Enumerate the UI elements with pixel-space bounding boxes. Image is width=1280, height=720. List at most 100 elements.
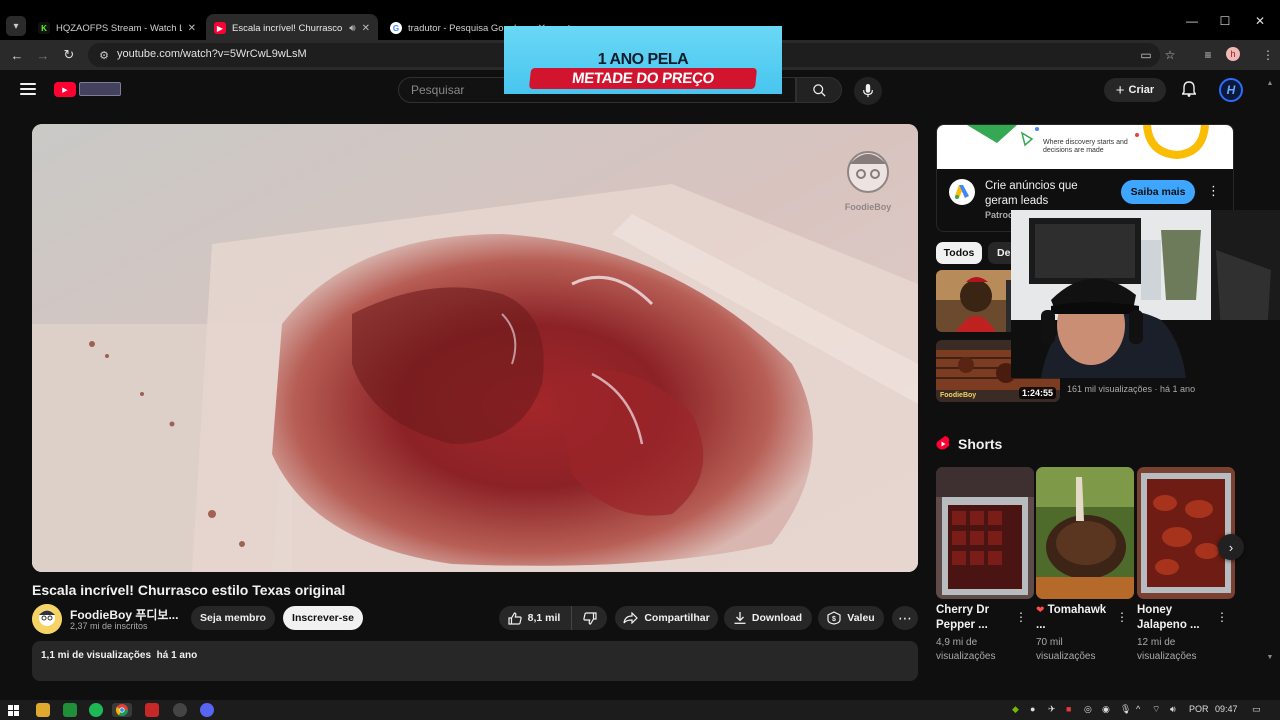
short-title[interactable]: ❤ Tomahawk ... — [1036, 603, 1116, 633]
menu-icon[interactable] — [20, 83, 36, 95]
scroll-down-icon[interactable]: ▼ — [1266, 654, 1274, 662]
google-icon: G — [390, 22, 402, 34]
share-button[interactable]: Compartilhar — [615, 606, 718, 630]
join-button[interactable]: Seja membro — [191, 606, 275, 630]
svg-text:$: $ — [832, 616, 836, 623]
video-frame — [32, 124, 918, 572]
search-button[interactable] — [796, 77, 842, 103]
chrome-icon[interactable] — [112, 703, 132, 717]
maximize-icon[interactable]: ☐ — [1205, 14, 1245, 28]
video-player[interactable]: FoodieBoy — [32, 124, 918, 572]
vpn-tray-icon[interactable]: ✈ — [1048, 704, 1056, 715]
like-button[interactable]: 8,1 mil — [499, 606, 569, 630]
browser-profile-avatar[interactable]: h — [1226, 47, 1240, 61]
site-info-icon[interactable]: ⚙ — [96, 47, 112, 63]
description-box[interactable]: 1,1 mi de visualizações há 1 ano — [32, 641, 918, 681]
like-count: 8,1 mil — [527, 612, 561, 624]
back-icon[interactable]: ← — [8, 46, 26, 64]
wifi-icon[interactable]: ⌔ — [1152, 704, 1160, 715]
nvidia-tray-icon[interactable]: ◆ — [1012, 704, 1019, 715]
youtube-page: ▶ + Criar H — [0, 70, 1280, 700]
dislike-button[interactable] — [571, 606, 607, 630]
hidden-icons-chevron[interactable]: ^ — [1136, 704, 1140, 714]
create-label: Criar — [1128, 84, 1155, 96]
url-text[interactable]: youtube.com/watch?v=5WrCwL9wLsM — [117, 48, 307, 60]
close-icon[interactable]: ✕ — [362, 23, 370, 34]
cast-icon[interactable]: ▭ — [1138, 47, 1154, 63]
clock[interactable]: 09:47 — [1215, 704, 1238, 714]
subscriber-count: 2,37 mi de inscritos — [70, 621, 148, 631]
bookmark-star-icon[interactable]: ☆ — [1162, 47, 1178, 63]
short-more-icon[interactable]: ⋮ — [1216, 610, 1228, 624]
window-close-icon[interactable]: ✕ — [1240, 14, 1280, 28]
tab-current-video[interactable]: ▶ Escala incrível! Churrasco e 🔊︎ ✕ — [206, 14, 378, 42]
browser-menu-icon[interactable]: ⋮ — [1260, 47, 1276, 63]
subscribe-button[interactable]: Inscrever-se — [283, 606, 363, 630]
tab-search-button[interactable]: ▾ — [6, 16, 26, 36]
speaker-icon[interactable]: 🔊︎ — [349, 23, 355, 34]
ad-learn-more-button[interactable]: Saiba mais — [1121, 180, 1195, 204]
xbox-icon[interactable] — [63, 703, 77, 717]
short-views: 4,9 mi de visualizações — [936, 637, 996, 662]
file-explorer-icon[interactable] — [36, 703, 50, 717]
shorts-next-button[interactable]: › — [1218, 534, 1244, 560]
ad-more-icon[interactable]: ⋮ — [1207, 183, 1220, 199]
short-thumbnail[interactable] — [936, 467, 1034, 599]
ad-title: Crie anúncios que geram leads — [985, 180, 1078, 207]
voice-search-button[interactable] — [854, 77, 882, 105]
download-button[interactable]: Download — [724, 606, 812, 630]
shorts-badge-icon: ❤ — [1036, 605, 1045, 616]
short-views: 12 mi de visualizações — [1137, 637, 1197, 662]
steam-tray-icon[interactable]: ◉ — [1102, 704, 1110, 715]
create-button[interactable]: + Criar — [1104, 78, 1166, 102]
chip-all[interactable]: Todos — [936, 242, 982, 264]
youtube-doodle-logo[interactable] — [79, 82, 121, 96]
promo-line-1: 1 ANO PELA — [597, 51, 689, 68]
reload-icon[interactable]: ↻ — [60, 46, 78, 64]
input-language[interactable]: POR — [1189, 704, 1209, 714]
notifications-button[interactable] — [1180, 80, 1198, 98]
news-app-icon[interactable] — [145, 703, 159, 717]
page-scrollbar[interactable]: ▲ ▼ — [1266, 80, 1274, 690]
scroll-up-icon[interactable]: ▲ — [1266, 80, 1274, 88]
google-ads-logo — [949, 179, 975, 205]
reading-list-icon[interactable]: ≡ — [1200, 47, 1216, 63]
channel-avatar[interactable] — [32, 604, 62, 634]
promo-line-2: METADE DO PREÇO — [528, 68, 758, 89]
more-actions-button[interactable]: ⋯ — [892, 606, 918, 630]
spotify-icon[interactable] — [89, 703, 103, 717]
account-avatar[interactable]: H — [1219, 78, 1243, 102]
ad-sponsored-label: Patroc — [985, 210, 1014, 220]
thumbs-up-icon — [508, 611, 522, 625]
short-more-icon[interactable]: ⋮ — [1116, 610, 1128, 624]
foodieboy-watermark: FoodieBoy — [838, 144, 898, 214]
app-tray-icon[interactable]: ■ — [1066, 704, 1071, 714]
video-duration: 1:24:55 — [1018, 387, 1056, 399]
share-arrow-icon — [623, 612, 639, 624]
short-views: 70 mil visualizações — [1036, 637, 1096, 662]
volume-icon[interactable]: 🔊︎ — [1170, 704, 1176, 715]
network-tray-icon[interactable]: ◎ — [1084, 704, 1092, 715]
short-thumbnail[interactable] — [1036, 467, 1134, 599]
short-more-icon[interactable]: ⋮ — [1015, 610, 1027, 624]
mic-tray-icon[interactable]: 🎙︎ — [1120, 704, 1131, 715]
os-taskbar: ◆ ● ✈ ■ ◎ ◉ 🎙︎ ^ ⌔ 🔊︎ POR 09:47 ▭ — [0, 700, 1280, 720]
forward-icon[interactable]: → — [34, 46, 52, 64]
shorts-heading: Shorts — [958, 436, 1003, 452]
subscribe-label: Inscrever-se — [292, 612, 354, 624]
tab-title: HQZAOFPS Stream - Watch Live — [56, 22, 182, 34]
obs-icon[interactable] — [173, 703, 187, 717]
thanks-button[interactable]: $ Valeu — [818, 606, 884, 630]
plus-icon: + — [1115, 81, 1125, 99]
notification-center-icon[interactable]: ▭ — [1252, 704, 1261, 715]
discord-tray-icon[interactable]: ● — [1030, 704, 1035, 714]
short-title[interactable]: Cherry Dr Pepper ... — [936, 603, 1016, 633]
streamer-webcam-overlay — [1011, 210, 1280, 378]
short-thumbnail[interactable] — [1137, 467, 1235, 599]
discord-icon[interactable] — [200, 703, 214, 717]
short-title[interactable]: Honey Jalapeno ... — [1137, 603, 1217, 633]
close-icon[interactable]: ✕ — [188, 23, 196, 34]
windows-start-icon[interactable] — [6, 703, 20, 717]
youtube-logo[interactable]: ▶ — [54, 82, 76, 97]
tab-hqzaofps[interactable]: K HQZAOFPS Stream - Watch Live ✕ — [30, 14, 204, 42]
